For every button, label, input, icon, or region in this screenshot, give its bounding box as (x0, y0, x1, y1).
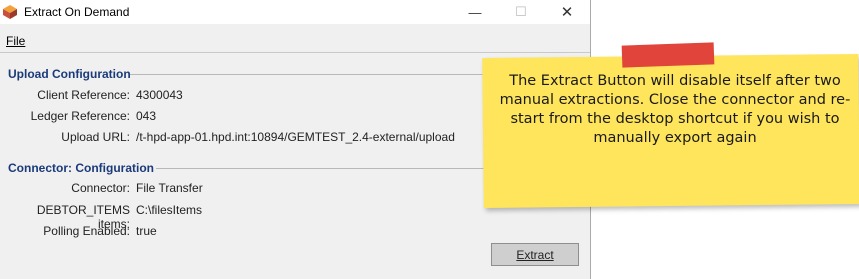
client-reference-label: Client Reference: (37, 88, 130, 102)
close-button[interactable]: ✕ (544, 0, 590, 24)
extract-button-label: Extract (516, 247, 554, 262)
ledger-reference-label: Ledger Reference: (30, 109, 130, 123)
menu-bar: File (0, 30, 590, 53)
maximize-button[interactable]: ☐ (498, 0, 544, 24)
upload-url-label: Upload URL: (61, 130, 130, 144)
polling-enabled-value: true (136, 224, 157, 238)
menu-file-label: File (6, 34, 26, 48)
upload-config-title: Upload Configuration (8, 67, 131, 81)
connector-value: File Transfer (136, 181, 203, 195)
sticky-note-text: The Extract Button will disable itself a… (499, 73, 851, 146)
title-bar: Extract On Demand — ☐ ✕ (0, 0, 590, 24)
client-reference-value: 4300043 (136, 88, 183, 102)
app-icon (2, 4, 18, 20)
polling-enabled-label: Polling Enabled: (43, 224, 130, 238)
connector-label: Connector: (71, 181, 130, 195)
tape-strip (621, 42, 715, 68)
extract-button[interactable]: Extract (491, 243, 579, 266)
debtor-items-value: C:\filesItems (136, 203, 203, 217)
menu-file[interactable]: File (6, 34, 25, 48)
connector-config-title: Connector: Configuration (8, 161, 154, 175)
ledger-reference-value: 043 (136, 109, 157, 123)
minimize-button[interactable]: — (452, 0, 498, 24)
upload-url-value: /t-hpd-app-01.hpd.int:10894/GEMTEST_2.4-… (136, 130, 455, 144)
window-title: Extract On Demand (24, 5, 130, 19)
